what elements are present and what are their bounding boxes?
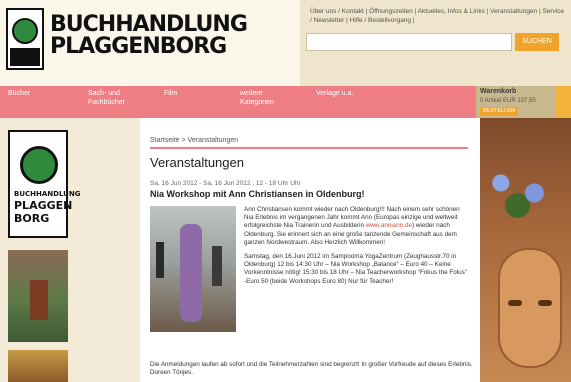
brand-line-1: BUCHHANDLUNG: [50, 12, 248, 37]
event-website-link[interactable]: www.anniann.de: [366, 222, 412, 229]
logo-tag: [10, 48, 40, 66]
main-content: Startseite > Veranstaltungen Veranstaltu…: [140, 118, 480, 382]
face-pot-decoration: [498, 248, 562, 368]
event-title: Nia Workshop mit Ann Christiansen in Old…: [150, 189, 365, 199]
breadcrumb[interactable]: Startseite > Veranstaltungen: [150, 137, 238, 144]
storefront-photo: [8, 250, 68, 342]
sidebar-brand-line-1: BUCHHANDLUNG: [14, 190, 81, 198]
storefront-door: [30, 280, 48, 320]
main-navigation: Bücher Sach- und Fachbücher Film weitere…: [0, 86, 476, 118]
event-paragraph-2: Samstag, den 16.Juni 2012 im Sampooma Yo…: [244, 253, 467, 285]
site-header: BUCHHANDLUNG PLAGGENBORG Über uns / Kont…: [0, 0, 571, 86]
page-title: Veranstaltungen: [150, 155, 244, 170]
sidebar-brand-line-2: PLAGGEN: [14, 199, 73, 212]
sidebar-logo-icon[interactable]: BUCHHANDLUNG PLAGGEN BORG: [8, 130, 80, 238]
nav-item-film[interactable]: Film: [164, 89, 204, 98]
search-button[interactable]: SUCHEN: [515, 33, 559, 51]
nav-item-verlage[interactable]: Verlage u.a.: [316, 89, 376, 98]
event-footer-text: Die Anmeldungen laufen ab sofort und die…: [150, 361, 473, 377]
nav-item-weitere-kategorien[interactable]: weitere Kategorien: [240, 89, 290, 107]
brand-name[interactable]: BUCHHANDLUNG PLAGGENBORG: [50, 12, 248, 59]
brand-line-2: PLAGGENBORG: [50, 34, 227, 59]
pot-eye-left: [508, 300, 522, 306]
photo-dancer: [180, 224, 202, 322]
top-links[interactable]: Über uns / Kontakt | Öffnungszeiten | Ak…: [310, 7, 565, 25]
right-decoration-photo: [480, 118, 571, 382]
flowers-decoration: [484, 168, 568, 218]
event-description: Ann Christiansen kommt wieder nach Olden…: [244, 206, 470, 292]
nav-item-buecher[interactable]: Bücher: [8, 89, 48, 98]
sidebar-frog-emblem-icon: [20, 146, 58, 184]
nav-item-sachbuecher[interactable]: Sach- und Fachbücher: [88, 89, 144, 107]
cart-box: Warenkorb 0 Artikel EUR 137,50 BESTELLEN: [476, 86, 571, 118]
event-paragraph-1: Ann Christiansen kommt wieder nach Olden…: [244, 206, 470, 247]
sidebar-brand: BUCHHANDLUNG PLAGGEN BORG: [14, 190, 80, 225]
sidebar-photo: [8, 350, 68, 382]
search-input[interactable]: [306, 33, 512, 51]
breadcrumb-divider: [150, 147, 468, 149]
left-sidebar: BUCHHANDLUNG PLAGGEN BORG: [0, 118, 140, 382]
event-date: Sa, 16 Jun 2012 - Sa, 16 Jun 2012 , 12 -…: [150, 180, 301, 187]
photo-person-left: [156, 242, 164, 278]
header-utility-area: Über uns / Kontakt | Öffnungszeiten | Ak…: [300, 0, 571, 86]
logo-icon[interactable]: [6, 8, 44, 70]
event-photo: [150, 206, 236, 332]
cart-summary: 0 Artikel EUR 137,50: [480, 98, 536, 104]
sidebar-brand-line-3: BORG: [14, 212, 50, 225]
cart-title[interactable]: Warenkorb: [480, 88, 516, 95]
photo-person-right: [212, 246, 222, 286]
cart-order-button[interactable]: BESTELLEN: [480, 107, 518, 116]
pot-eye-right: [538, 300, 552, 306]
frog-emblem-icon: [12, 18, 38, 44]
cart-accent: [556, 86, 571, 118]
